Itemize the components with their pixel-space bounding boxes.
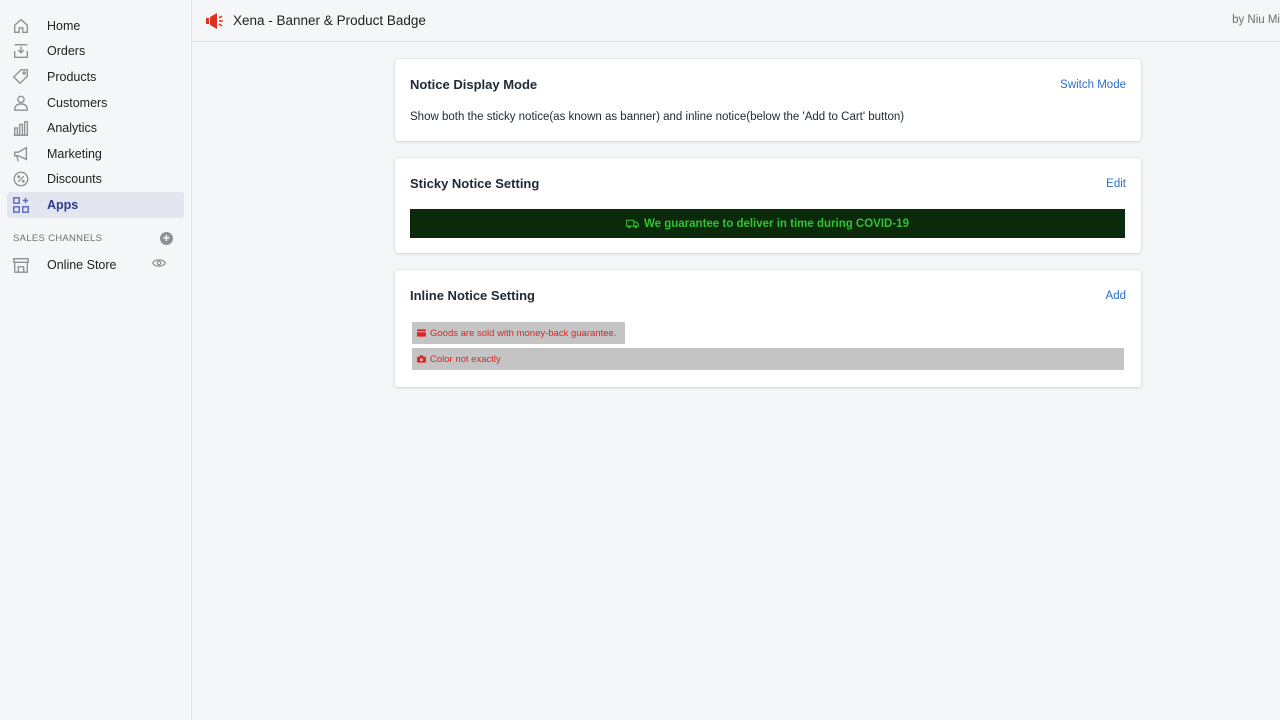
megaphone-icon	[12, 145, 30, 163]
credit-card-icon	[417, 329, 426, 337]
app-title: Xena - Banner & Product Badge	[233, 13, 426, 28]
megaphone-logo-icon	[205, 12, 225, 30]
sidebar-item-home[interactable]: Home	[7, 13, 184, 39]
sidebar-item-orders[interactable]: Orders	[7, 39, 184, 65]
eye-icon[interactable]	[151, 256, 167, 273]
sticky-notice-card: Sticky Notice Setting Edit We guarantee …	[395, 158, 1141, 253]
card-title: Sticky Notice Setting	[410, 176, 540, 191]
sidebar-item-label: Apps	[47, 197, 79, 212]
add-channel-icon[interactable]: +	[160, 232, 173, 246]
sidebar-item-products[interactable]: Products	[7, 64, 184, 90]
badge-text: Goods are sold with money-back guarantee…	[430, 327, 617, 339]
sidebar-item-discounts[interactable]: Discounts	[7, 167, 184, 193]
inline-notice-card: Inline Notice Setting Add Goods are sold…	[395, 270, 1141, 387]
edit-link[interactable]: Edit	[1106, 178, 1126, 190]
mode-description: Show both the sticky notice(as known as …	[410, 111, 905, 123]
sidebar-item-label: Customers	[47, 95, 108, 110]
apps-icon	[12, 196, 30, 214]
switch-mode-link[interactable]: Switch Mode	[1060, 79, 1126, 91]
inline-badge[interactable]: Color not exactly	[412, 348, 1124, 370]
banner-text: We guarantee to deliver in time during C…	[644, 217, 909, 230]
sidebar-item-online-store[interactable]: Online Store	[7, 252, 184, 278]
add-link[interactable]: Add	[1106, 290, 1126, 302]
store-icon	[12, 256, 30, 274]
orders-icon	[12, 42, 30, 60]
sidebar-item-customers[interactable]: Customers	[7, 90, 184, 116]
sidebar-item-apps[interactable]: Apps	[7, 192, 184, 218]
sidebar-item-analytics[interactable]: Analytics	[7, 115, 184, 141]
sidebar-item-label: Products	[47, 69, 97, 84]
app-header: Xena - Banner & Product Badge by Niu Mi	[192, 0, 1280, 42]
online-store-link[interactable]: Online Store	[12, 256, 116, 274]
discount-icon	[12, 170, 30, 188]
home-icon	[12, 17, 30, 35]
sticky-banner-preview: We guarantee to deliver in time during C…	[410, 209, 1125, 238]
sidebar-item-label: Analytics	[47, 121, 98, 136]
notice-display-mode-card: Notice Display Mode Switch Mode Show bot…	[395, 59, 1141, 141]
sidebar-item-label: Online Store	[47, 257, 117, 272]
person-icon	[12, 94, 30, 112]
card-title: Notice Display Mode	[410, 77, 538, 92]
truck-icon	[626, 219, 639, 229]
badge-text: Color not exactly	[430, 353, 501, 365]
sales-channels-header: SALES CHANNELS +	[13, 232, 173, 246]
card-title: Inline Notice Setting	[410, 288, 535, 303]
tag-icon	[12, 68, 30, 86]
sidebar-item-label: Orders	[47, 44, 86, 59]
sidebar-item-label: Home	[47, 18, 81, 33]
bar-chart-icon	[12, 119, 30, 137]
sidebar-item-label: Marketing	[47, 146, 102, 161]
sidebar-item-label: Discounts	[47, 172, 102, 187]
sidebar-item-marketing[interactable]: Marketing	[7, 141, 184, 167]
camera-icon	[417, 355, 426, 363]
sidebar: Home Orders Products Customers Analytics…	[0, 0, 192, 720]
inline-badge[interactable]: Goods are sold with money-back guarantee…	[412, 322, 625, 344]
app-author: by Niu Mi	[1232, 14, 1280, 26]
sales-channels-label: SALES CHANNELS	[13, 233, 103, 245]
